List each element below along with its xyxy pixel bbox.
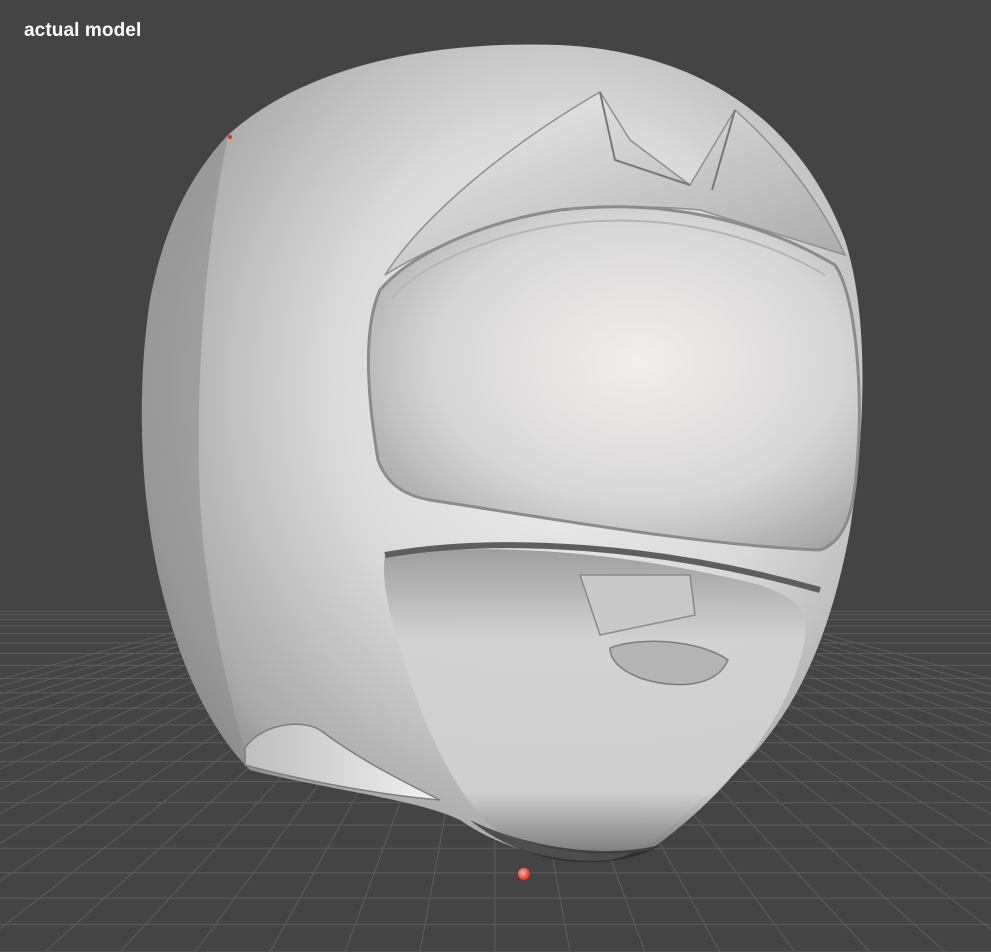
3d-viewport[interactable]: actual model	[0, 0, 991, 952]
helmet-visor[interactable]	[367, 205, 861, 552]
viewport-canvas[interactable]	[0, 0, 991, 952]
vertex-marker	[228, 135, 232, 139]
pivot-marker[interactable]	[518, 868, 530, 880]
viewport-label: actual model	[24, 20, 142, 41]
helmet-model[interactable]	[141, 44, 863, 863]
